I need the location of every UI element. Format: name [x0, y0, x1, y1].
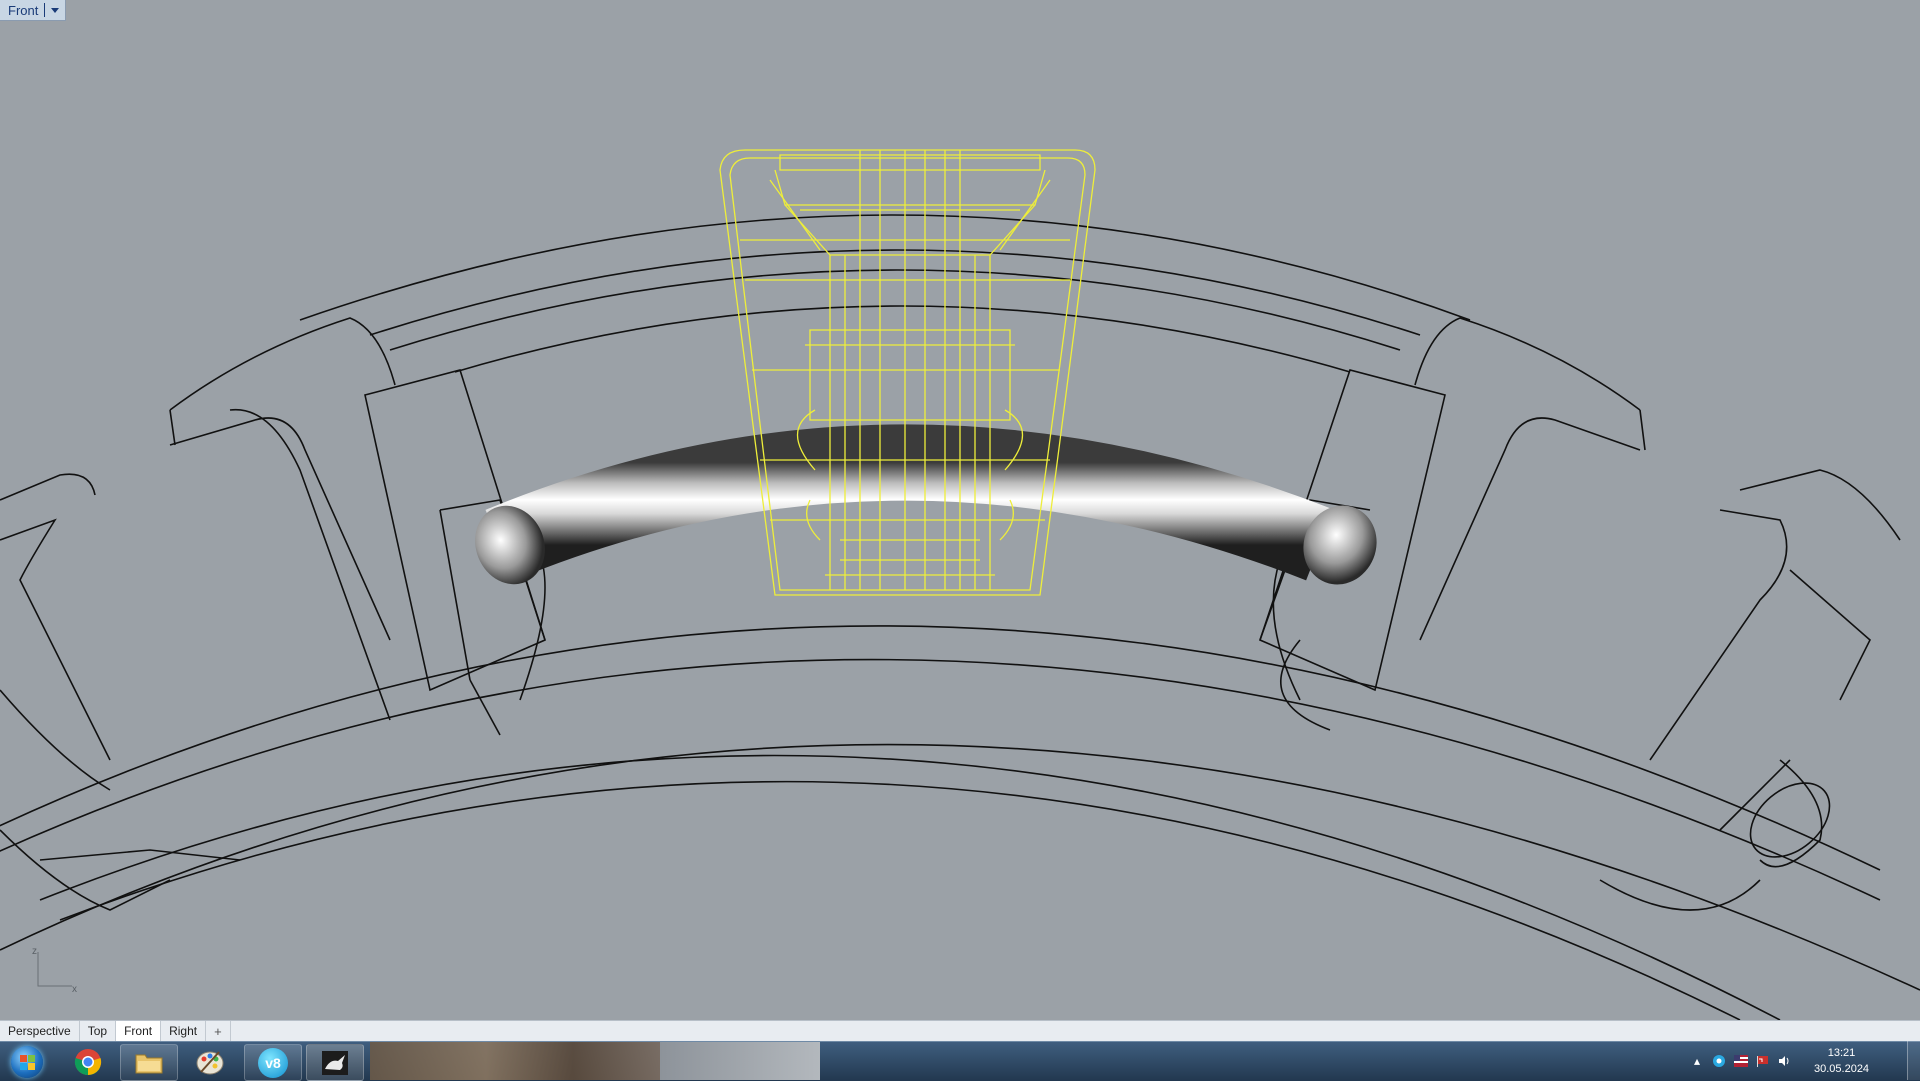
- inner-arc-5: [0, 743, 1920, 991]
- tab-top[interactable]: Top: [80, 1021, 117, 1041]
- volume-icon[interactable]: [1778, 1054, 1792, 1068]
- tab-label: Front: [124, 1024, 153, 1038]
- outer-arc-2: [369, 249, 1421, 336]
- v8-icon[interactable]: v8: [244, 1044, 302, 1081]
- lug-left-top: [169, 317, 396, 411]
- axis-z-label: z: [32, 946, 37, 957]
- chrome-icon[interactable]: [60, 1044, 116, 1079]
- viewport-tabs: Perspective Top Front Right +: [0, 1020, 1920, 1041]
- selected-clasp-wireframe[interactable]: [719, 149, 1096, 596]
- title-separator: [44, 3, 46, 17]
- tab-front[interactable]: Front: [116, 1021, 162, 1041]
- flag-icon[interactable]: [1756, 1054, 1770, 1068]
- rhino-icon[interactable]: [306, 1044, 364, 1081]
- taskbar-preview-strip: [370, 1042, 660, 1080]
- folder-icon[interactable]: [120, 1044, 178, 1081]
- axis-glyph-icon: z x: [32, 946, 77, 994]
- taskbar-preview-strip-2: [660, 1042, 820, 1080]
- clock[interactable]: 13:21 30.05.2024: [1814, 1045, 1869, 1077]
- outer-arc-3: [389, 269, 1401, 351]
- add-tab-icon[interactable]: +: [206, 1021, 231, 1041]
- lug-right-curve: [1639, 409, 1646, 451]
- palette-glyph: [196, 1050, 224, 1074]
- band-arc-4: [454, 305, 1351, 373]
- inner-arc-3: [39, 754, 1781, 1020]
- lug-right-top: [1414, 317, 1641, 411]
- inner-arc-4: [59, 780, 1741, 1020]
- clock-time: 13:21: [1827, 1046, 1856, 1059]
- rhino-glyph: [322, 1050, 348, 1075]
- chevron-down-icon[interactable]: [51, 7, 60, 13]
- taskbar: v8: [0, 1041, 1920, 1081]
- viewport-title-label: Front: [8, 2, 39, 18]
- tab-right[interactable]: Right: [161, 1021, 207, 1041]
- tab-label: Perspective: [8, 1024, 71, 1038]
- model-canvas[interactable]: [0, 0, 1920, 1020]
- tab-label: Right: [169, 1024, 198, 1038]
- lug-left-curve: [169, 409, 176, 446]
- viewport-title[interactable]: Front: [0, 0, 67, 21]
- windows-start-orb-icon[interactable]: [4, 1043, 50, 1080]
- system-tray: ▴ 13:21 30.05.2024: [1682, 1041, 1920, 1080]
- clock-date: 30.05.2024: [1814, 1062, 1870, 1075]
- front-viewport[interactable]: Front z x: [0, 0, 1920, 1020]
- v8-glyph: v8: [258, 1047, 288, 1078]
- network-icon[interactable]: [1712, 1054, 1726, 1068]
- folder-glyph: [135, 1054, 163, 1073]
- start-orb: [11, 1045, 43, 1078]
- inner-arc-1: [0, 658, 1881, 901]
- up-arrow-icon[interactable]: ▴: [1690, 1054, 1704, 1068]
- axis-x-label: x: [72, 984, 77, 994]
- tab-label: Top: [87, 1024, 108, 1038]
- add-tab-label: +: [214, 1023, 222, 1039]
- language-flag-icon[interactable]: [1734, 1054, 1748, 1068]
- tab-perspective[interactable]: Perspective: [0, 1021, 80, 1041]
- chrome-glyph: [74, 1048, 102, 1075]
- palette-icon[interactable]: [182, 1044, 238, 1079]
- show-desktop-button[interactable]: [1907, 1041, 1920, 1080]
- inner-arc-2: [0, 625, 1881, 871]
